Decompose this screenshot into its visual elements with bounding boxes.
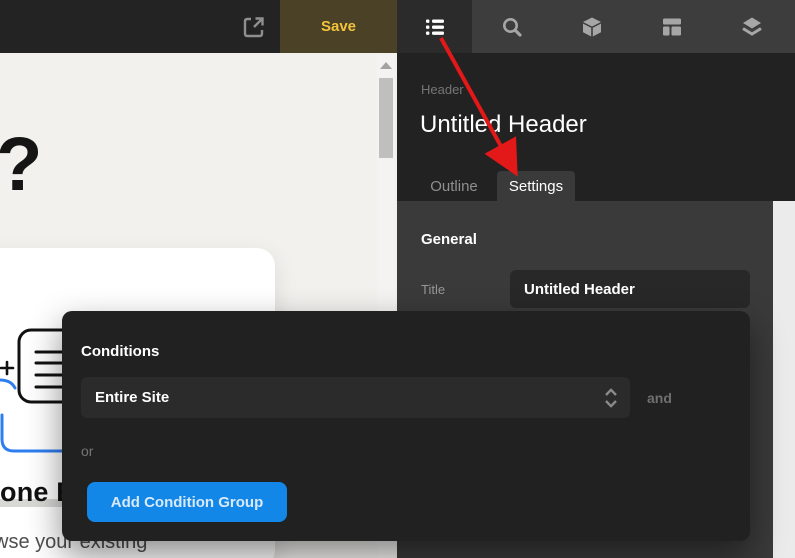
external-link-icon[interactable] [241,14,267,40]
conditions-heading: Conditions [81,343,159,360]
list-icon [423,15,447,39]
tab-settings[interactable]: Settings [497,171,575,201]
toolbar-tab-components[interactable] [552,0,632,53]
clone-document-illustration [0,322,70,462]
toolbar-tab-layout[interactable] [632,0,712,53]
scroll-up-arrow-icon[interactable] [380,62,392,69]
canvas-scrollbar-thumb[interactable] [379,78,393,158]
toolbar-tab-search[interactable] [472,0,552,53]
layers-icon [739,14,765,40]
general-section-heading: General [421,231,477,248]
layout-icon [660,15,684,39]
cube-icon [580,15,604,39]
condition-select-value: Entire Site [95,389,169,406]
toolbar-tab-layers[interactable] [712,0,792,53]
settings-scrollbar[interactable] [773,201,795,558]
conditions-panel: Conditions Entire Site and or Add Condit… [62,311,750,541]
search-icon [500,15,524,39]
element-kind-label: Header [421,82,464,97]
and-label: and [647,390,672,406]
condition-select[interactable]: Entire Site [81,377,630,418]
app-window: ? one E wse your existing Save [0,0,795,558]
preview-heading-fragment: ? [0,121,42,208]
inspector-header: Header Untitled Header Outline Settings [397,53,795,201]
toolbar-tab-list[interactable] [397,0,472,53]
top-bar: Save [0,0,795,53]
save-button[interactable]: Save [280,0,397,53]
chevron-updown-icon [603,387,619,409]
tab-outline[interactable]: Outline [421,171,487,201]
element-title: Untitled Header [420,111,587,139]
toolbar-icon-strip [472,0,795,53]
title-field-label: Title [421,282,445,297]
add-condition-group-button[interactable]: Add Condition Group [87,482,287,522]
title-input[interactable] [510,270,750,308]
or-label: or [81,443,93,459]
